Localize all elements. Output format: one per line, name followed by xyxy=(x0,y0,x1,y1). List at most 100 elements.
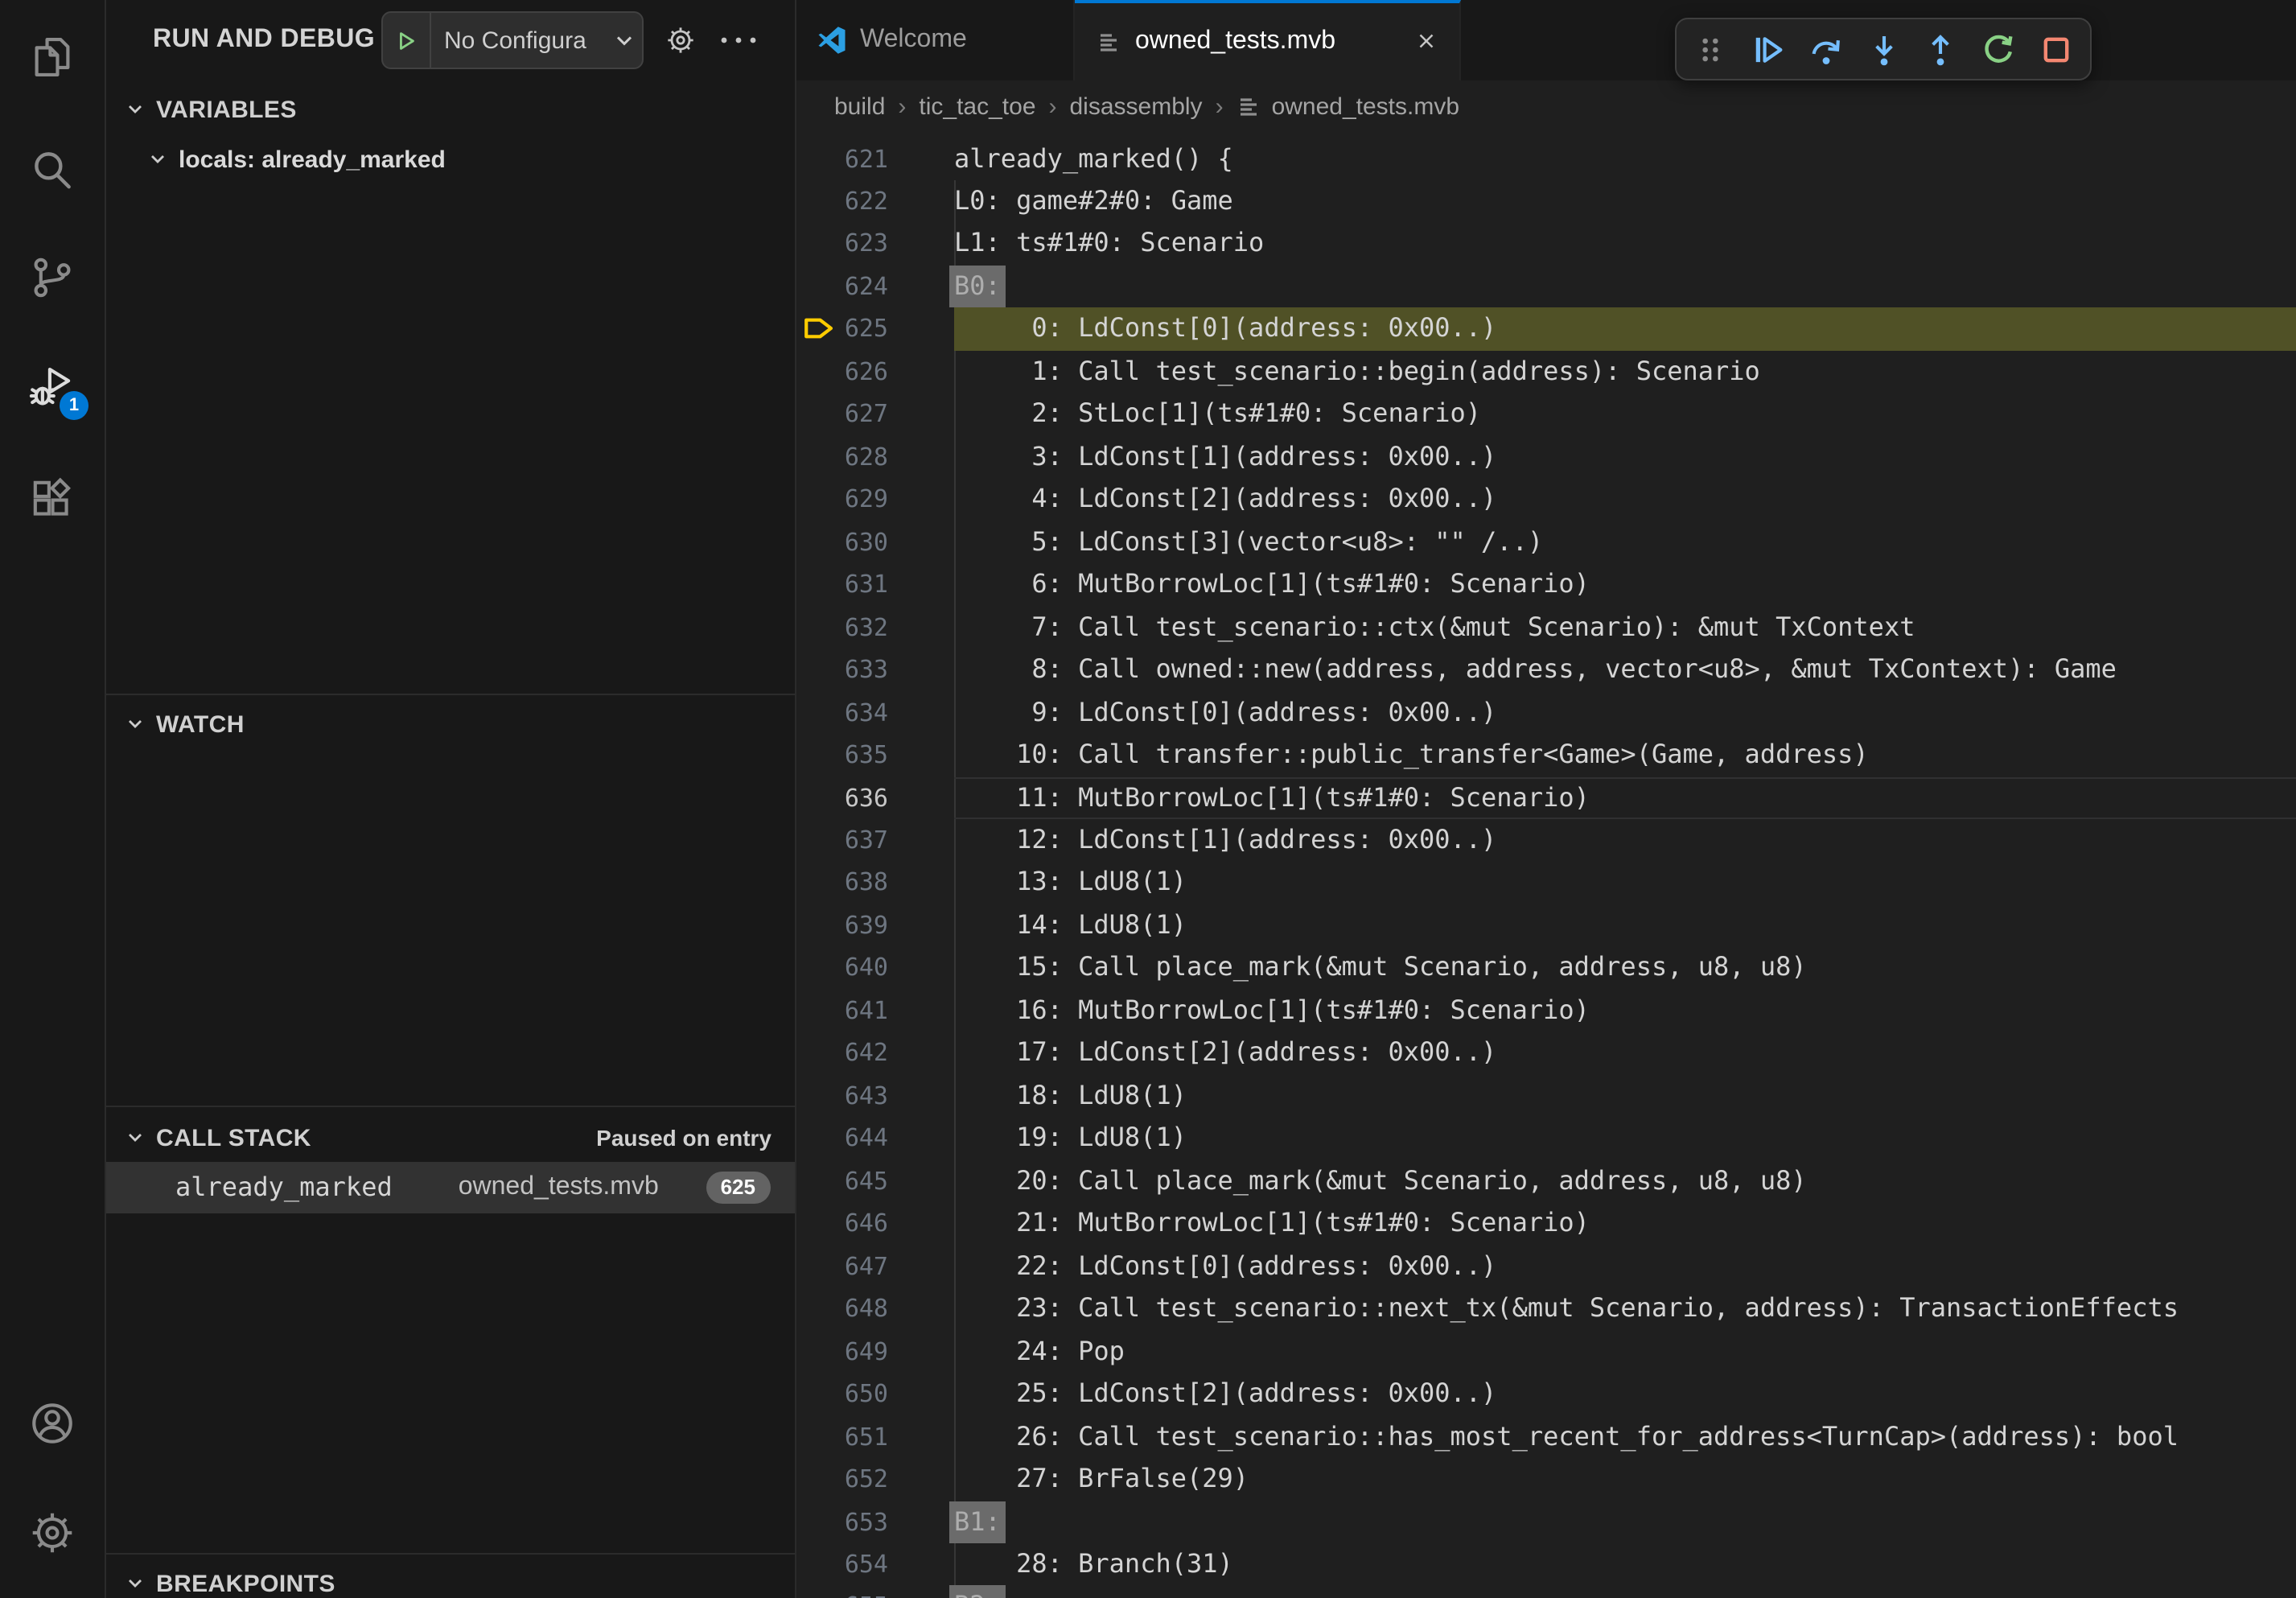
extensions-icon[interactable] xyxy=(27,475,77,525)
tab-owned-tests[interactable]: owned_tests.mvb xyxy=(1074,0,1460,80)
drag-handle-icon[interactable] xyxy=(1681,24,1739,74)
code-line[interactable]: 637 12: LdConst[1](address: 0x00..) xyxy=(796,819,2296,862)
gutter[interactable]: 637 xyxy=(796,819,954,862)
gutter[interactable]: 640 xyxy=(796,947,954,990)
code-line[interactable]: 626 1: Call test_scenario::begin(address… xyxy=(796,351,2296,393)
breakpoints-section-header[interactable]: BREAKPOINTS xyxy=(106,1564,794,1598)
gutter[interactable]: 646 xyxy=(796,1202,954,1245)
gutter[interactable]: 641 xyxy=(796,990,954,1032)
restart-button[interactable] xyxy=(1970,24,2028,74)
account-icon[interactable] xyxy=(27,1398,77,1448)
tab-welcome[interactable]: Welcome xyxy=(796,0,1074,80)
gutter[interactable]: 628 xyxy=(796,436,954,479)
gutter[interactable]: 639 xyxy=(796,904,954,947)
variables-section-header[interactable]: VARIABLES xyxy=(106,90,794,129)
code-line[interactable]: 650 25: LdConst[2](address: 0x00..) xyxy=(796,1373,2296,1415)
watch-section-header[interactable]: WATCH xyxy=(106,705,794,743)
code-line[interactable]: 655 B2: xyxy=(796,1586,2296,1598)
gutter[interactable]: 633 xyxy=(796,649,954,691)
code-line[interactable]: 635 10: Call transfer::public_transfer<G… xyxy=(796,734,2296,776)
step-into-button[interactable] xyxy=(1854,24,1912,74)
gutter[interactable]: 638 xyxy=(796,862,954,904)
code-line[interactable]: 643 18: LdU8(1) xyxy=(796,1075,2296,1118)
gutter[interactable]: 654 xyxy=(796,1543,954,1586)
search-icon[interactable] xyxy=(27,145,77,195)
gutter[interactable]: 647 xyxy=(796,1245,954,1287)
close-icon[interactable] xyxy=(1413,30,1438,54)
settings-gear-icon[interactable] xyxy=(27,1508,77,1558)
code-line[interactable]: 621 already_marked() { xyxy=(796,138,2296,180)
code-line[interactable]: 628 3: LdConst[1](address: 0x00..) xyxy=(796,436,2296,479)
step-out-button[interactable] xyxy=(1912,24,1970,74)
code-line[interactable]: 634 9: LdConst[0](address: 0x00..) xyxy=(796,691,2296,734)
gutter[interactable]: 629 xyxy=(796,479,954,521)
locals-scope-row[interactable]: locals: already_marked xyxy=(106,138,794,180)
gutter[interactable]: 623 xyxy=(796,223,954,266)
code-line[interactable]: 651 26: Call test_scenario::has_most_rec… xyxy=(796,1415,2296,1458)
gutter[interactable]: 621 xyxy=(796,138,954,180)
gutter[interactable]: 625 xyxy=(796,308,954,351)
gutter[interactable]: 653 xyxy=(796,1501,954,1543)
breadcrumb-item[interactable]: disassembly xyxy=(1070,93,1203,121)
gutter[interactable]: 631 xyxy=(796,563,954,606)
code-line[interactable]: 652 27: BrFalse(29) xyxy=(796,1458,2296,1501)
gutter[interactable]: 648 xyxy=(796,1287,954,1330)
launch-configuration-dropdown[interactable]: No Configura xyxy=(381,11,644,69)
code-line[interactable]: 627 2: StLoc[1](ts#1#0: Scenario) xyxy=(796,393,2296,436)
gutter[interactable]: 645 xyxy=(796,1160,954,1203)
gutter[interactable]: 634 xyxy=(796,691,954,734)
code-line[interactable]: 622 L0: game#2#0: Game xyxy=(796,180,2296,223)
stop-button[interactable] xyxy=(2027,24,2085,74)
gutter[interactable]: 636 xyxy=(796,776,954,819)
code-line[interactable]: 642 17: LdConst[2](address: 0x00..) xyxy=(796,1032,2296,1075)
code-line[interactable]: 638 13: LdU8(1) xyxy=(796,862,2296,904)
code-line[interactable]: 649 24: Pop xyxy=(796,1330,2296,1373)
code-line[interactable]: 640 15: Call place_mark(&mut Scenario, a… xyxy=(796,947,2296,990)
code-line[interactable]: 639 14: LdU8(1) xyxy=(796,904,2296,947)
code-line[interactable]: 624 B0: xyxy=(796,266,2296,308)
gutter[interactable]: 626 xyxy=(796,351,954,393)
code-line[interactable]: 646 21: MutBorrowLoc[1](ts#1#0: Scenario… xyxy=(796,1202,2296,1245)
gutter[interactable]: 644 xyxy=(796,1118,954,1160)
code-line[interactable]: 654 28: Branch(31) xyxy=(796,1543,2296,1586)
gutter[interactable]: 650 xyxy=(796,1373,954,1415)
more-actions-icon[interactable] xyxy=(718,34,759,47)
gutter[interactable]: 655 xyxy=(796,1586,954,1598)
code-line[interactable]: 629 4: LdConst[2](address: 0x00..) xyxy=(796,479,2296,521)
gutter[interactable]: 622 xyxy=(796,180,954,223)
code-line[interactable]: 648 23: Call test_scenario::next_tx(&mut… xyxy=(796,1287,2296,1330)
code-line[interactable]: 631 6: MutBorrowLoc[1](ts#1#0: Scenario) xyxy=(796,563,2296,606)
gutter[interactable]: 651 xyxy=(796,1415,954,1458)
code-line[interactable]: 630 5: LdConst[3](vector<u8>: "" /..) xyxy=(796,521,2296,563)
code-line[interactable]: 633 8: Call owned::new(address, address,… xyxy=(796,649,2296,691)
code-line[interactable]: 653 B1: xyxy=(796,1501,2296,1543)
code-line[interactable]: 625 0: LdConst[0](address: 0x00..) xyxy=(796,308,2296,351)
explorer-icon[interactable] xyxy=(27,32,77,82)
gutter[interactable]: 632 xyxy=(796,606,954,649)
breadcrumb-item-file[interactable]: owned_tests.mvb xyxy=(1236,93,1459,121)
code-line[interactable]: 636 11: MutBorrowLoc[1](ts#1#0: Scenario… xyxy=(796,776,2296,819)
gutter[interactable]: 630 xyxy=(796,521,954,563)
gutter[interactable]: 627 xyxy=(796,393,954,436)
code-line[interactable]: 623 L1: ts#1#0: Scenario xyxy=(796,223,2296,266)
breadcrumb-item[interactable]: tic_tac_toe xyxy=(919,93,1035,121)
start-debugging-icon[interactable] xyxy=(383,13,431,68)
step-over-button[interactable] xyxy=(1796,24,1854,74)
call-stack-frame-row[interactable]: already_marked owned_tests.mvb 625 xyxy=(106,1162,794,1213)
code-line[interactable]: 632 7: Call test_scenario::ctx(&mut Scen… xyxy=(796,606,2296,649)
continue-button[interactable] xyxy=(1739,24,1797,74)
debug-settings-gear-icon[interactable] xyxy=(665,24,697,56)
code-line[interactable]: 647 22: LdConst[0](address: 0x00..) xyxy=(796,1245,2296,1287)
code-line[interactable]: 644 19: LdU8(1) xyxy=(796,1118,2296,1160)
gutter[interactable]: 649 xyxy=(796,1330,954,1373)
code-line[interactable]: 645 20: Call place_mark(&mut Scenario, a… xyxy=(796,1160,2296,1203)
gutter[interactable]: 635 xyxy=(796,734,954,776)
gutter[interactable]: 624 xyxy=(796,266,954,308)
gutter[interactable]: 643 xyxy=(796,1075,954,1118)
breadcrumb-item[interactable]: build xyxy=(834,93,885,121)
gutter[interactable]: 652 xyxy=(796,1458,954,1501)
gutter[interactable]: 642 xyxy=(796,1032,954,1075)
run-and-debug-icon[interactable]: 1 xyxy=(27,362,77,412)
code-line[interactable]: 641 16: MutBorrowLoc[1](ts#1#0: Scenario… xyxy=(796,990,2296,1032)
source-control-icon[interactable] xyxy=(27,253,77,303)
